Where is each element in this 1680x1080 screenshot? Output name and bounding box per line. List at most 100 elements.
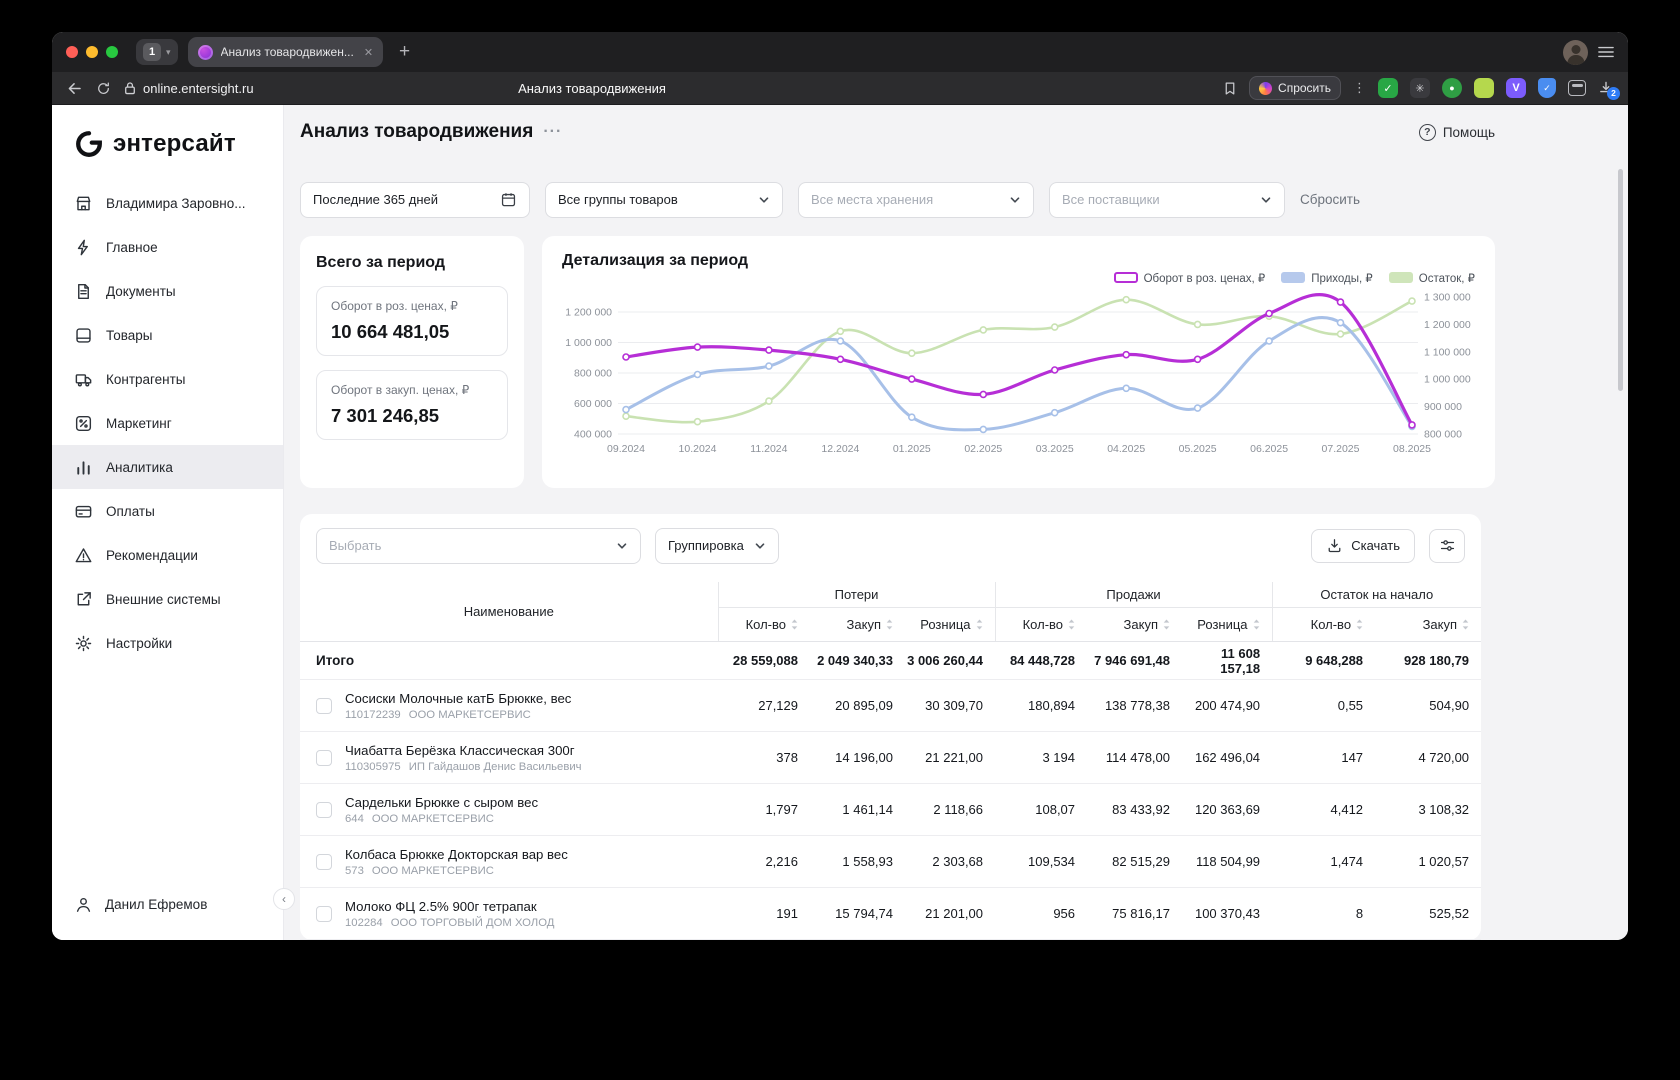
table-row[interactable]: Чиабатта Берёзка Классическая 300г 110305… [300,731,1482,784]
storage-filter[interactable]: Все места хранения [798,181,1034,218]
v-extension-icon[interactable]: V [1506,78,1526,98]
cell-value: 118 504,99 [1182,835,1273,888]
svg-text:1 300 000: 1 300 000 [1424,291,1471,303]
ask-ai-button[interactable]: Спросить [1249,76,1341,100]
row-checkbox[interactable] [316,749,332,766]
sidebar-item-document[interactable]: Документы [52,269,283,313]
sidebar-item-bar-chart[interactable]: Аналитика [52,445,283,489]
row-checkbox[interactable] [316,801,332,818]
shield-check-extension-icon[interactable]: ✓ [1378,78,1398,98]
reload-button[interactable] [96,81,111,96]
row-checkbox[interactable] [316,905,332,922]
column-header[interactable]: Закуп [1375,607,1482,642]
svg-text:400 000: 400 000 [574,428,612,440]
logo-icon [76,131,102,157]
sidebar-item-card[interactable]: Оплаты [52,489,283,533]
reset-filters-button[interactable]: Сбросить [1300,192,1360,207]
metric-select[interactable]: Выбрать [316,527,641,564]
column-header-name[interactable]: Наименование [300,581,718,642]
column-header[interactable]: Закуп [810,607,905,642]
product-name: Сардельки Брюкке с сыром вес [345,794,539,810]
row-checkbox[interactable] [316,697,332,714]
percent-icon [74,414,93,433]
downloads-button[interactable]: 2 [1598,80,1620,100]
row-checkbox[interactable] [316,853,332,870]
lightning-icon [74,238,93,257]
cell-value: 180,894 [995,679,1088,732]
app-logo[interactable]: энтерсайт [52,105,283,175]
product-supplier: ИП Гайдашов Денис Васильевич [408,760,582,773]
column-header[interactable]: Кол-во [994,607,1088,642]
active-tab[interactable]: Анализ товародвижен... ✕ [187,37,384,67]
warning-icon [74,546,93,565]
column-header[interactable]: Кол-во [717,607,810,642]
more-options-icon[interactable]: ⋮ [1353,80,1366,96]
summary-card: Всего за период Оборот в роз. ценах, ₽ 1… [300,235,524,488]
svg-text:06.2025: 06.2025 [1250,443,1288,455]
reload-icon [98,81,109,94]
sidebar-user[interactable]: Данил Ефремов [52,877,283,940]
sidebar-item-box[interactable]: Товары [52,313,283,357]
grouping-select[interactable]: Группировка [655,527,779,564]
sidebar-item-percent[interactable]: Маркетинг [52,401,283,445]
chart-card: Детализация за период Оборот в роз. цена… [542,235,1495,488]
total-value: 84 448,728 [995,641,1088,680]
download-button[interactable]: Скачать [1311,528,1415,563]
browser-frames-icon[interactable] [1568,80,1586,96]
back-button[interactable] [66,80,83,97]
page-scrollbar[interactable] [1618,169,1623,391]
cell-value: 75 816,17 [1087,887,1183,940]
bookmark-button[interactable] [1223,81,1237,96]
address-bar[interactable]: online.entersight.ru [124,81,254,96]
tab-counter[interactable]: 1 ▾ [136,39,178,65]
cell-value: 3 194 [995,731,1088,784]
legend-swatch [1281,272,1306,283]
stat-retail-turnover: Оборот в роз. ценах, ₽ 10 664 481,05 [316,285,508,356]
svg-text:11.2024: 11.2024 [750,443,787,455]
sidebar-item-gear[interactable]: Настройки [52,621,283,665]
table-row[interactable]: Сардельки Брюкке с сыром вес 644 ООО МАРКЕ… [300,783,1482,836]
column-header[interactable]: Розница [1182,607,1273,642]
profile-avatar[interactable] [1563,39,1588,65]
asterisk-extension-icon[interactable]: ✳ [1410,78,1430,98]
new-tab-button[interactable]: + [393,41,416,63]
sidebar-item-truck[interactable]: Контрагенты [52,357,283,401]
browser-window: 1 ▾ Анализ товародвижен... ✕ + online.en… [52,32,1628,940]
sidebar-item-label: Оплаты [106,503,155,519]
close-window-button[interactable] [66,46,78,58]
total-value: 11 608 157,18 [1182,641,1273,680]
column-header[interactable]: Кол-во [1271,607,1376,642]
sidebar-collapse-button[interactable]: ‹ [273,888,295,910]
page-title-menu-icon[interactable]: ··· [543,123,562,141]
sidebar-item-label: Аналитика [106,459,173,475]
cell-value: 4 720,00 [1375,731,1482,784]
minimize-window-button[interactable] [86,46,98,58]
sort-icon [1462,619,1469,630]
table-row[interactable]: Молоко ФЦ 2.5% 900г тетрапак 102284 ООО ТО… [300,887,1482,940]
table-row[interactable]: Сосиски Молочные катБ Брюкке, вес 1101722… [300,679,1482,732]
suppliers-filter[interactable]: Все поставщики [1049,181,1285,218]
green-circle-extension-icon[interactable]: ● [1442,78,1462,98]
browser-menu-button[interactable] [1598,45,1614,59]
table-row[interactable]: Колбаса Брюкке Докторская вар вес 573 ООО … [300,835,1482,888]
line-chart: 1 200 000 1 000 000 800 000 600 000 400 000 1… [565,291,1471,455]
card-icon [74,502,93,521]
main-content: Анализ товародвижения ··· ? Помощь После… [284,105,1628,940]
sort-icon [1356,619,1363,630]
column-header[interactable]: Розница [905,607,996,642]
column-header[interactable]: Закуп [1087,607,1183,642]
sidebar-item-store[interactable]: Владимира Заровно... [52,181,283,225]
sidebar-item-warning[interactable]: Рекомендации [52,533,283,577]
table-settings-button[interactable] [1429,528,1465,563]
chevron-down-icon: ▾ [166,46,171,57]
period-filter[interactable]: Последние 365 дней [300,181,530,218]
product-groups-filter[interactable]: Все группы товаров [545,181,783,218]
filters-bar: Последние 365 дней Все группы товаров Вс… [300,181,1628,218]
blue-shield-extension-icon[interactable]: ✓ [1538,78,1556,98]
close-tab-icon[interactable]: ✕ [362,46,373,59]
zoom-window-button[interactable] [106,46,118,58]
leaf-extension-icon[interactable] [1474,78,1494,98]
sidebar-item-lightning[interactable]: Главное [52,225,283,269]
sidebar-item-external[interactable]: Внешние системы [52,577,283,621]
help-button[interactable]: ? Помощь [1418,123,1495,141]
